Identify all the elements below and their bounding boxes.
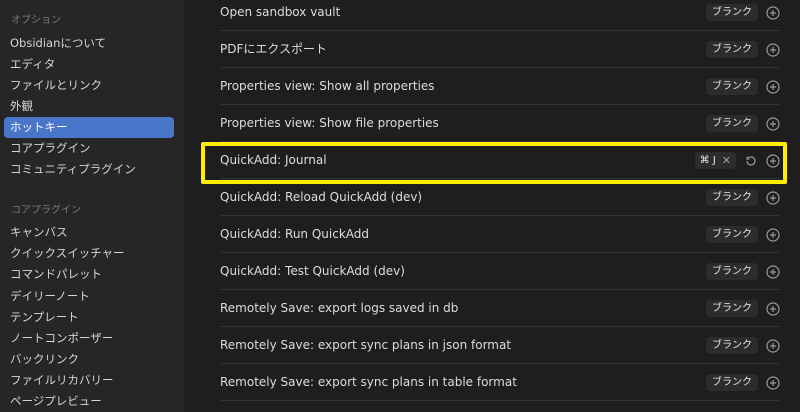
command-label: QuickAdd: Journal: [220, 153, 327, 167]
plus-circle-icon[interactable]: [766, 153, 780, 168]
blank-hotkey-badge: ブランク: [706, 189, 758, 206]
hotkey-row: Remotely Save: export sync plans in tabl…: [220, 364, 780, 401]
blank-hotkey-badge: ブランク: [706, 300, 758, 317]
sidebar-item-templates[interactable]: テンプレート: [4, 307, 174, 328]
blank-hotkey-badge: ブランク: [706, 115, 758, 132]
blank-hotkey-badge: ブランク: [706, 78, 758, 95]
plus-circle-icon[interactable]: [766, 375, 780, 390]
blank-hotkey-badge: ブランク: [706, 4, 758, 21]
hotkey-row: PDFにエクスポート ブランク: [220, 31, 780, 68]
plus-circle-icon[interactable]: [766, 301, 780, 316]
hotkey-keys: ⌘ J: [699, 155, 716, 166]
hotkey-row-quickadd-journal: QuickAdd: Journal ⌘ J ✕: [220, 142, 780, 179]
assigned-hotkey: ⌘ J ✕: [694, 152, 736, 169]
blank-hotkey-badge: ブランク: [706, 226, 758, 243]
restore-icon[interactable]: [744, 154, 758, 168]
plus-circle-icon[interactable]: [766, 190, 780, 205]
core-plugins-section-title: コアプラグイン: [11, 205, 81, 216]
plus-circle-icon[interactable]: [766, 79, 780, 94]
hotkey-row: Remotely Save: export sync plans in json…: [220, 327, 780, 364]
hotkey-row: Properties view: Show file properties ブラ…: [220, 105, 780, 142]
command-label: Properties view: Show file properties: [220, 116, 439, 130]
blank-hotkey-badge: ブランク: [706, 374, 758, 391]
hotkey-row: QuickAdd: Run QuickAdd ブランク: [220, 216, 780, 253]
sidebar-item-command-palette[interactable]: コマンドパレット: [4, 264, 174, 285]
blank-hotkey-badge: ブランク: [706, 263, 758, 280]
settings-sidebar: オプション Obsidianについて エディタ ファイルとリンク 外観 ホットキ…: [0, 0, 184, 412]
hotkey-row: QuickAdd: Reload QuickAdd (dev) ブランク: [220, 179, 780, 216]
hotkeys-list: Open sandbox vault ブランク PDFにエクスポート ブランク …: [184, 0, 800, 412]
plus-circle-icon[interactable]: [766, 338, 780, 353]
command-label: Remotely Save: export sync plans in json…: [220, 338, 512, 352]
command-label: QuickAdd: Reload QuickAdd (dev): [220, 190, 423, 204]
sidebar-item-note-composer[interactable]: ノートコンポーザー: [4, 328, 174, 349]
sidebar-item-daily-notes[interactable]: デイリーノート: [4, 286, 174, 307]
hotkey-row: Properties view: Show all properties ブラン…: [220, 68, 780, 105]
hotkey-row: Remotely Save: export logs saved in db ブ…: [220, 290, 780, 327]
command-label: PDFにエクスポート: [220, 42, 328, 56]
command-label: Open sandbox vault: [220, 5, 341, 19]
sidebar-item-appearance[interactable]: 外観: [4, 96, 174, 117]
sidebar-item-files-links[interactable]: ファイルとリンク: [4, 75, 174, 96]
sidebar-item-page-preview[interactable]: ページプレビュー: [4, 391, 174, 412]
sidebar-item-file-recovery[interactable]: ファイルリカバリー: [4, 370, 174, 391]
command-label: Properties view: Show all properties: [220, 79, 435, 93]
plus-circle-icon[interactable]: [766, 42, 780, 57]
command-label: QuickAdd: Run QuickAdd: [220, 227, 370, 241]
blank-hotkey-badge: ブランク: [706, 41, 758, 58]
command-label: QuickAdd: Test QuickAdd (dev): [220, 264, 405, 278]
sidebar-item-community-plugins[interactable]: コミュニティプラグイン: [4, 159, 174, 180]
command-label: Remotely Save: export logs saved in db: [220, 301, 459, 315]
command-label: Remotely Save: export sync plans in tabl…: [220, 375, 517, 389]
sidebar-item-backlinks[interactable]: バックリンク: [4, 349, 174, 370]
sidebar-item-core-plugins[interactable]: コアプラグイン: [4, 138, 174, 159]
sidebar-item-hotkeys[interactable]: ホットキー: [4, 117, 174, 138]
hotkey-row: QuickAdd: Test QuickAdd (dev) ブランク: [220, 253, 780, 290]
blank-hotkey-badge: ブランク: [706, 337, 758, 354]
plus-circle-icon[interactable]: [766, 264, 780, 279]
sidebar-item-about[interactable]: Obsidianについて: [4, 33, 174, 54]
sidebar-item-quick-switcher[interactable]: クイックスイッチャー: [4, 243, 174, 264]
close-icon[interactable]: ✕: [722, 154, 731, 167]
sidebar-item-canvas[interactable]: キャンバス: [4, 222, 174, 243]
options-section-title: オプション: [11, 15, 61, 26]
plus-circle-icon[interactable]: [766, 227, 780, 242]
plus-circle-icon[interactable]: [766, 116, 780, 131]
plus-circle-icon[interactable]: [766, 5, 780, 20]
hotkey-row: Open sandbox vault ブランク: [220, 0, 780, 31]
sidebar-item-editor[interactable]: エディタ: [4, 54, 174, 75]
